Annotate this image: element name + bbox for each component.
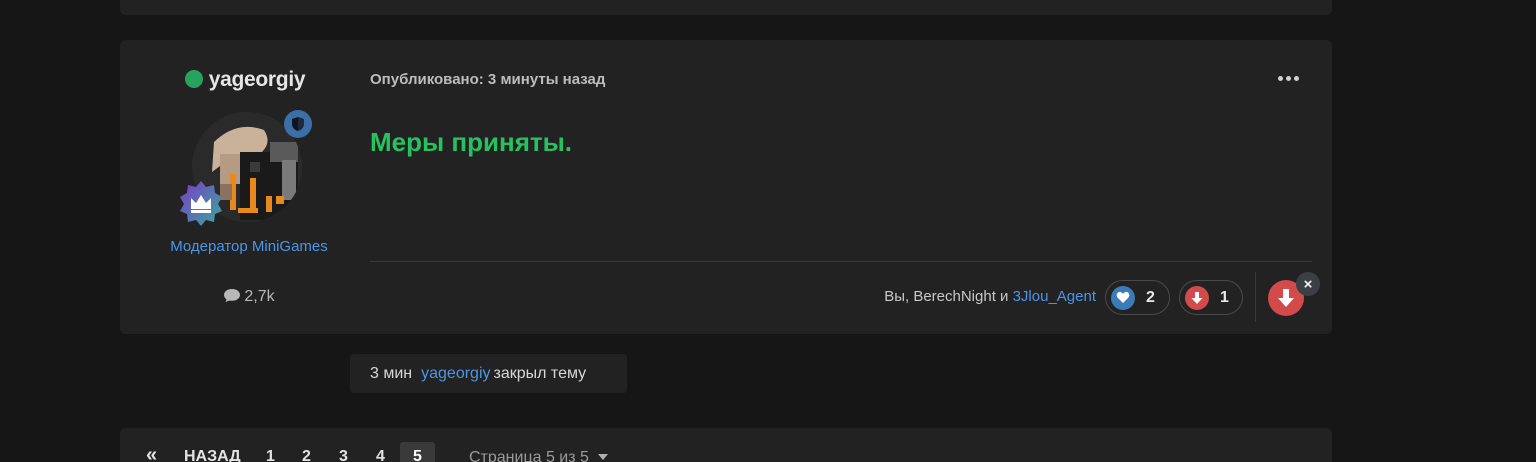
moderator-shield-icon [284, 110, 312, 138]
prev-page-button[interactable]: НАЗАД [184, 448, 241, 462]
post-content: Меры приняты. [370, 127, 573, 157]
down-arrow-icon [1278, 289, 1294, 307]
reaction-separator [1255, 272, 1256, 322]
previous-post-card [120, 0, 1332, 15]
comment-icon [224, 289, 241, 302]
crown-badge-icon [178, 180, 224, 226]
reaction-downvote[interactable]: 1 [1179, 280, 1243, 315]
caret-down-icon [598, 454, 609, 460]
heart-icon [1111, 285, 1135, 310]
posts-count-value: 2,7k [244, 288, 275, 305]
posts-count: 2,7k [120, 288, 378, 306]
page-link-2[interactable]: 2 [302, 448, 311, 462]
post-card: yageorgiy Модератор MiniGames 2,7k Опубл… [120, 40, 1332, 334]
reaction-downvote-count: 1 [1220, 288, 1229, 306]
author-name[interactable]: yageorgiy [120, 68, 370, 92]
page-link-4[interactable]: 4 [376, 448, 385, 462]
reaction-users: Вы, BerechNight и 3Jlou_Agent [884, 288, 1096, 305]
reaction-user-link[interactable]: 3Jlou_Agent [1013, 288, 1096, 305]
page-link-1[interactable]: 1 [266, 448, 275, 462]
page-link-3[interactable]: 3 [339, 448, 348, 462]
down-arrow-icon [1185, 285, 1209, 310]
topic-event: 3 мин yageorgiy закрыл тему [350, 354, 627, 393]
event-user-link[interactable]: yageorgiy [421, 365, 490, 382]
event-action: закрыл тему [493, 365, 587, 382]
post-published-time: Опубликовано: 3 минуты назад [370, 71, 606, 88]
author-role[interactable]: Модератор MiniGames [120, 238, 378, 255]
page-link-current[interactable]: 5 [400, 442, 435, 462]
reaction-heart[interactable]: 2 [1105, 280, 1170, 315]
remove-reaction-button[interactable]: × [1296, 272, 1320, 296]
page-jump-dropdown[interactable]: Страница 5 из 5 [469, 449, 609, 462]
event-time: 3 мин [370, 365, 413, 382]
pagination: « НАЗАД 1 2 3 4 5 Страница 5 из 5 [120, 428, 1332, 462]
post-options-button[interactable] [1276, 68, 1300, 88]
reaction-heart-count: 2 [1146, 288, 1155, 306]
more-dots-icon [1277, 75, 1283, 81]
post-divider [370, 261, 1312, 262]
first-page-button[interactable]: « [146, 444, 157, 462]
author-panel: yageorgiy Модератор MiniGames 2,7k [120, 40, 370, 334]
online-status-icon [184, 70, 203, 88]
